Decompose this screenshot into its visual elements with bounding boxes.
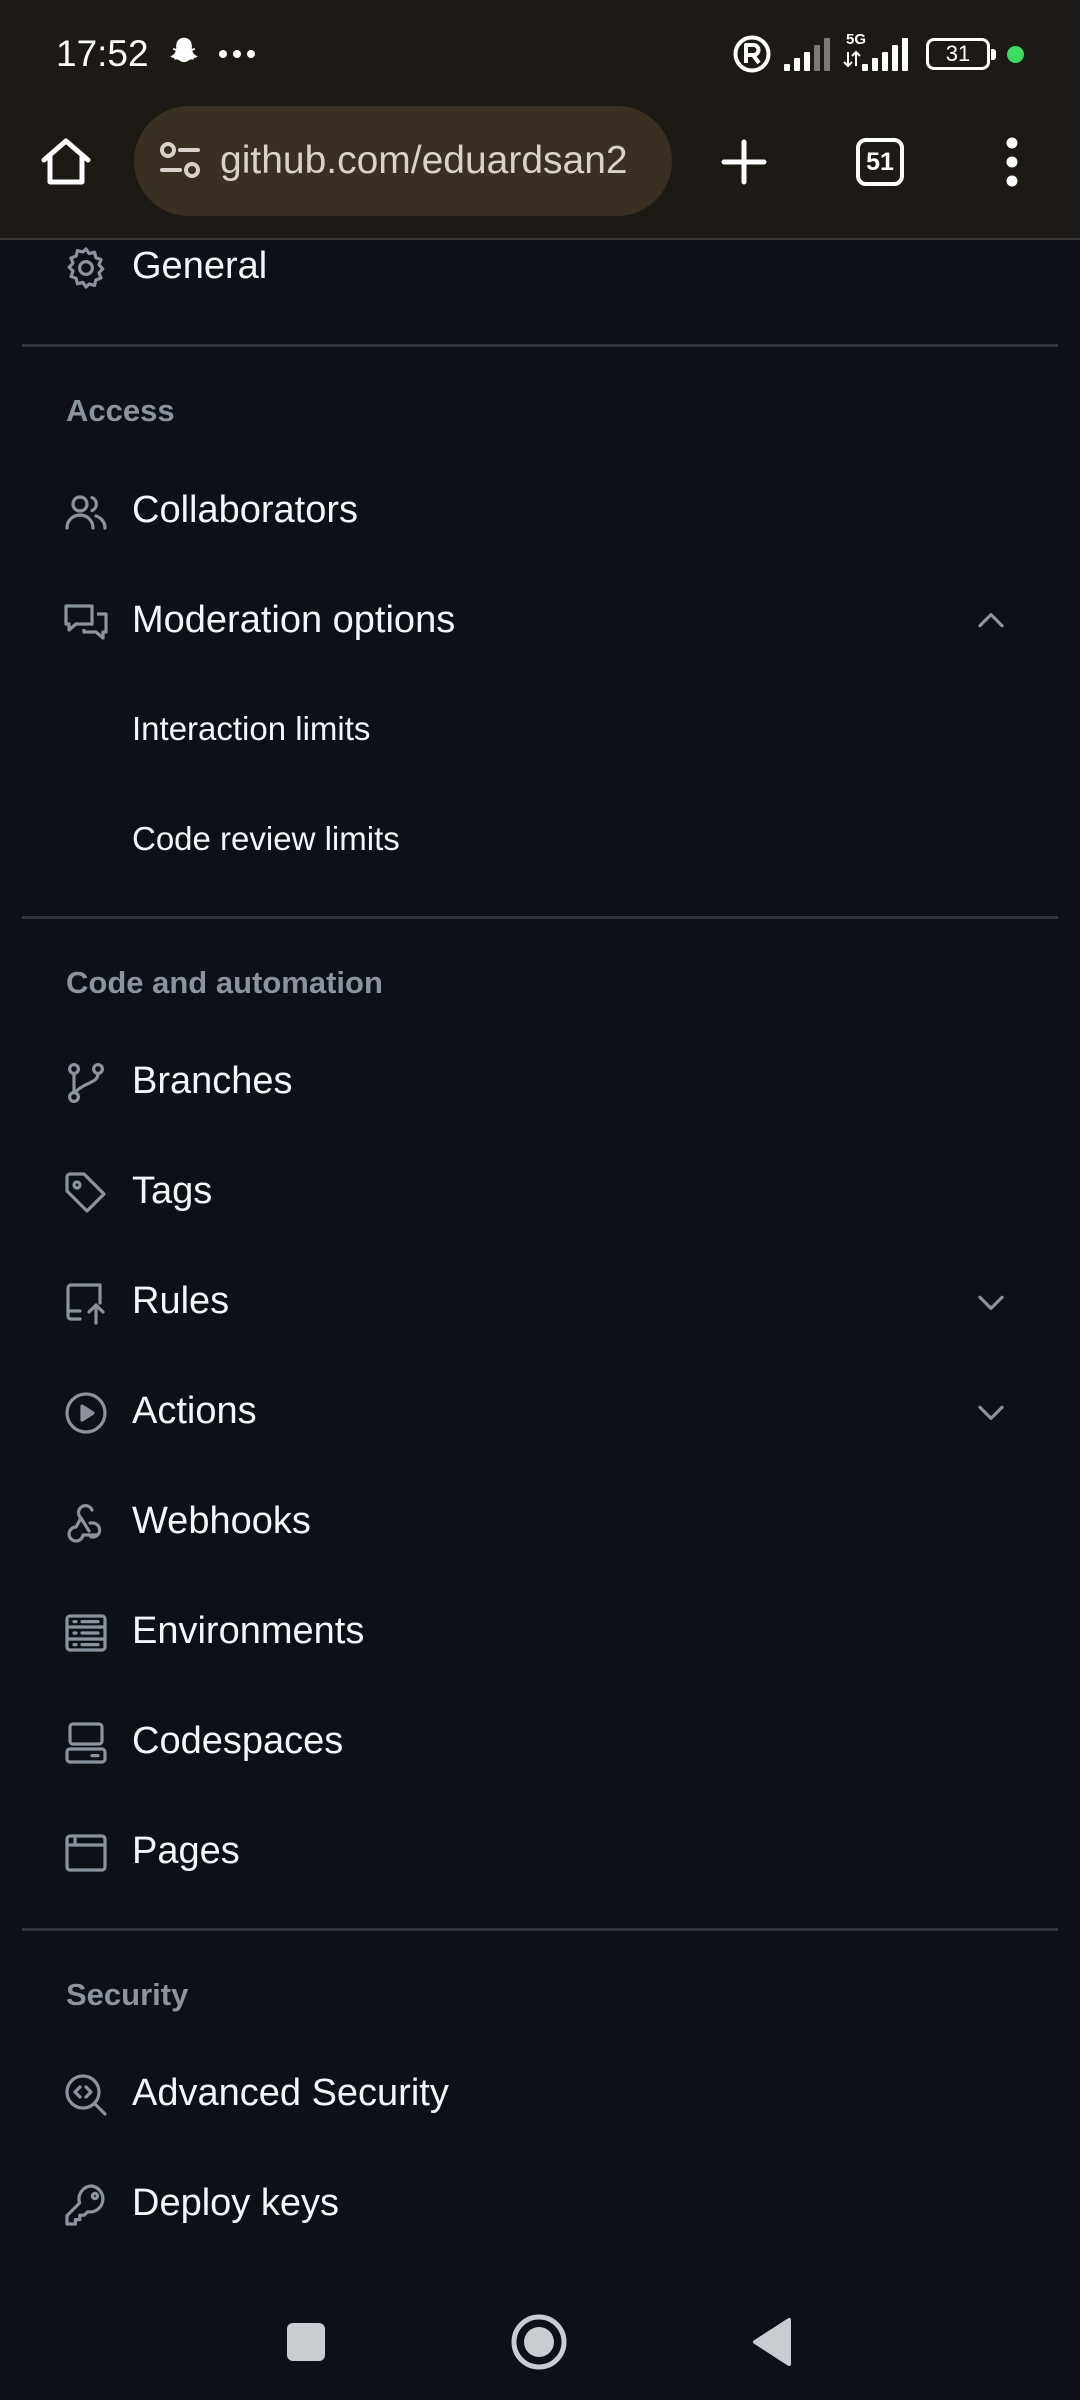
menu-item-actions[interactable]: Actions xyxy=(0,1363,1080,1459)
menu-item-label: Branches xyxy=(132,1060,293,1102)
codespaces-icon xyxy=(62,1719,110,1767)
new-tab-button[interactable] xyxy=(706,110,782,214)
home-button[interactable] xyxy=(30,110,102,214)
tag-icon xyxy=(62,1169,110,1217)
browser-icon xyxy=(62,1829,110,1877)
battery-icon: 31 xyxy=(926,38,996,70)
recents-square-icon xyxy=(287,2323,325,2361)
menu-item-label: Collaborators xyxy=(132,489,358,531)
menu-item-label: Environments xyxy=(132,1610,365,1652)
menu-item-label: Pages xyxy=(132,1830,240,1872)
menu-item-moderation-options[interactable]: Moderation options xyxy=(0,572,1080,668)
menu-item-label: Tags xyxy=(132,1170,213,1212)
key-icon xyxy=(62,2181,110,2229)
play-icon xyxy=(62,1389,110,1437)
privacy-dot xyxy=(1007,46,1024,63)
back-triangle-icon xyxy=(753,2318,791,2366)
submenu-item-label: Code review limits xyxy=(132,820,400,857)
submenu-item-code-review-limits[interactable]: Code review limits xyxy=(0,791,1080,887)
tab-switcher[interactable]: 51 xyxy=(842,110,918,214)
codescan-icon xyxy=(62,2071,110,2119)
svg-text:5G: 5G xyxy=(846,31,866,48)
snapchat-icon xyxy=(166,34,202,70)
new-tab-icon xyxy=(721,139,767,185)
comment-discussion-icon xyxy=(62,598,110,646)
status-time: 17:52 xyxy=(56,33,149,74)
signal-5g-icon: 5G xyxy=(842,30,914,74)
url-text: github.com/eduardsan2 xyxy=(220,139,628,182)
home-nav-button[interactable] xyxy=(503,2306,575,2378)
site-settings-icon[interactable] xyxy=(156,136,206,186)
menu-item-branches[interactable]: Branches xyxy=(0,1033,1080,1129)
signal-icon xyxy=(782,36,834,72)
menu-item-label: Actions xyxy=(132,1390,257,1432)
menu-item-label: Moderation options xyxy=(132,599,456,641)
divider xyxy=(22,916,1058,919)
menu-item-codespaces[interactable]: Codespaces xyxy=(0,1693,1080,1789)
menu-item-label: Rules xyxy=(132,1280,230,1322)
recents-button[interactable] xyxy=(270,2306,342,2378)
back-nav-button[interactable] xyxy=(736,2306,808,2378)
menu-item-label: Codespaces xyxy=(132,1720,344,1762)
registered-icon xyxy=(732,34,772,74)
submenu-item-interaction-limits[interactable]: Interaction limits xyxy=(0,681,1080,777)
menu-item-label: Deploy keys xyxy=(132,2182,339,2224)
menu-item-rules[interactable]: Rules xyxy=(0,1253,1080,1349)
people-icon xyxy=(62,488,110,536)
server-icon xyxy=(62,1609,110,1657)
status-bar: 17:52 5G 31 xyxy=(0,0,1080,108)
submenu-item-label: Interaction limits xyxy=(132,710,371,747)
system-nav-bar xyxy=(0,2280,1080,2400)
git-branch-icon xyxy=(62,1059,110,1107)
gear-icon xyxy=(62,244,110,292)
browser-chrome: 17:52 5G 31 github.com/eduardsan2 51 xyxy=(0,0,1080,240)
section-title-access: Access xyxy=(66,393,175,428)
more-dots-icon xyxy=(218,48,256,60)
address-bar[interactable]: github.com/eduardsan2 xyxy=(134,106,672,216)
menu-item-environments[interactable]: Environments xyxy=(0,1583,1080,1679)
section-title-security: Security xyxy=(66,1977,189,2012)
divider xyxy=(22,1928,1058,1931)
chevron-up-icon[interactable] xyxy=(972,602,1010,640)
chevron-down-icon[interactable] xyxy=(972,1283,1010,1321)
divider xyxy=(22,344,1058,347)
menu-item-advanced-security[interactable]: Advanced Security xyxy=(0,2045,1080,2141)
menu-item-tags[interactable]: Tags xyxy=(0,1143,1080,1239)
menu-item-pages[interactable]: Pages xyxy=(0,1803,1080,1899)
tab-count: 51 xyxy=(856,138,904,186)
browser-menu-button[interactable] xyxy=(982,110,1042,214)
menu-kebab-icon xyxy=(1006,137,1018,187)
menu-item-label: Advanced Security xyxy=(132,2072,449,2114)
webhook-icon xyxy=(62,1499,110,1547)
home-circle-icon xyxy=(511,2314,567,2370)
chevron-down-icon[interactable] xyxy=(972,1393,1010,1431)
menu-item-label: General xyxy=(132,245,268,287)
repo-push-icon xyxy=(62,1279,110,1327)
section-title-code-and-automation: Code and automation xyxy=(66,965,383,1000)
menu-item-deploy-keys[interactable]: Deploy keys xyxy=(0,2155,1080,2251)
home-icon xyxy=(41,138,91,185)
menu-item-label: Webhooks xyxy=(132,1500,311,1542)
menu-item-collaborators[interactable]: Collaborators xyxy=(0,462,1080,558)
menu-item-webhooks[interactable]: Webhooks xyxy=(0,1473,1080,1569)
menu-item-general[interactable]: General xyxy=(0,218,1080,314)
